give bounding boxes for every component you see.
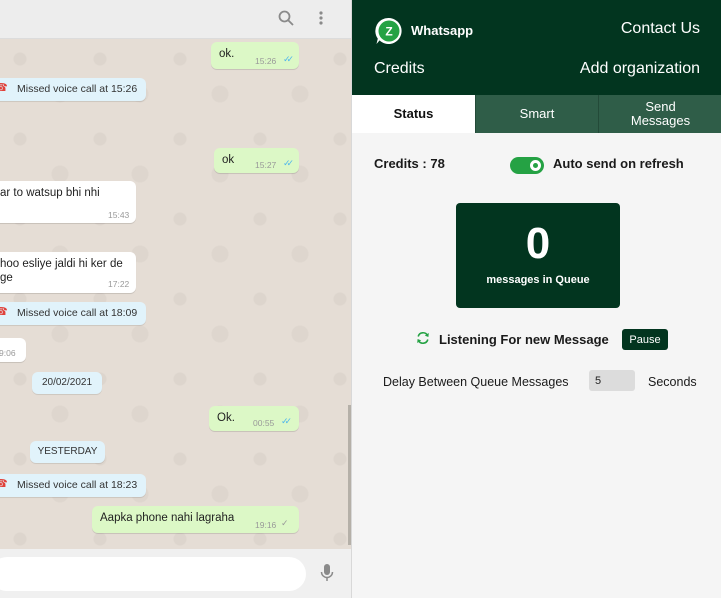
composer-bar xyxy=(0,549,351,598)
message-input[interactable] xyxy=(0,557,306,591)
message-time: 15:27 xyxy=(255,160,277,170)
missed-call-icon: ☎ xyxy=(0,306,8,318)
microphone-icon[interactable] xyxy=(320,563,334,583)
message-bubble[interactable]: hoo esliye jaldi hi ker de ge 17:22 xyxy=(0,252,136,293)
auto-send-toggle[interactable] xyxy=(510,157,544,174)
notice-text: Missed voice call at 18:09 xyxy=(17,307,138,319)
message-bubble[interactable]: 9:06 xyxy=(0,338,26,362)
message-text-line2: ge xyxy=(0,272,13,284)
add-organization-link[interactable]: Add organization xyxy=(580,60,700,78)
message-bubble[interactable]: ok 15:27 ✓✓ xyxy=(214,148,299,173)
auto-send-label: Auto send on refresh xyxy=(553,156,684,171)
refresh-icon xyxy=(416,331,430,345)
message-bubble[interactable]: ar to watsup bhi nhi 15:43 xyxy=(0,181,136,223)
message-time: 15:43 xyxy=(108,210,130,220)
missed-call-icon: ☎ xyxy=(0,478,8,490)
message-text: ok. xyxy=(219,48,235,60)
tab-status[interactable]: Status xyxy=(352,95,475,133)
tab-bar: Status Smart Send Messages xyxy=(352,95,721,133)
date-separator: YESTERDAY xyxy=(30,441,105,463)
credits-link[interactable]: Credits xyxy=(374,60,425,78)
tab-smart[interactable]: Smart xyxy=(475,95,598,133)
read-ticks-icon: ✓✓ xyxy=(283,54,294,64)
extension-panel: Z Whatsapp Contact Us Credits Add organi… xyxy=(351,0,721,598)
message-bubble[interactable]: Ok. 00:55 ✓✓ xyxy=(209,406,299,431)
message-text: Ok. xyxy=(217,412,235,424)
contact-us-link[interactable]: Contact Us xyxy=(621,20,700,38)
notice-text: Missed voice call at 18:23 xyxy=(17,479,138,491)
chat-header xyxy=(0,0,351,39)
missed-call-notice: ☎ Missed voice call at 18:23 xyxy=(0,474,146,497)
search-icon[interactable] xyxy=(278,10,294,30)
message-time: 00:55 xyxy=(253,418,275,428)
message-bubble[interactable]: Aapka phone nahi lagraha 19:16 ✓ xyxy=(92,506,299,533)
delay-seconds-input[interactable] xyxy=(589,370,635,391)
message-text: Aapka phone nahi lagraha xyxy=(100,512,235,524)
message-bubble[interactable]: ok. 15:26 ✓✓ xyxy=(211,42,299,69)
queue-counter-card: 0 messages in Queue xyxy=(456,203,620,308)
panel-header: Z Whatsapp Contact Us Credits Add organi… xyxy=(352,0,721,95)
credits-count: Credits : 78 xyxy=(374,156,445,171)
tab-send-messages[interactable]: Send Messages xyxy=(598,95,721,133)
menu-dots-icon[interactable] xyxy=(318,10,324,30)
message-time: 15:26 xyxy=(255,56,277,66)
read-ticks-icon: ✓✓ xyxy=(281,416,292,426)
whatsapp-logo-icon: Z xyxy=(374,16,404,46)
pause-button[interactable]: Pause xyxy=(622,329,668,350)
chat-background xyxy=(0,39,351,549)
missed-call-notice: ☎ Missed voice call at 15:26 xyxy=(0,78,146,101)
logo-letter: Z xyxy=(385,25,392,39)
message-time: 17:22 xyxy=(108,279,130,289)
date-separator: 20/02/2021 xyxy=(32,372,102,394)
brand-name: Whatsapp xyxy=(411,23,474,38)
listening-status: Listening For new Message xyxy=(439,332,609,347)
notice-text: Missed voice call at 15:26 xyxy=(17,83,138,95)
seconds-label: Seconds xyxy=(648,375,697,389)
read-ticks-icon: ✓✓ xyxy=(283,158,294,168)
toggle-knob-dot xyxy=(533,163,538,168)
delay-label: Delay Between Queue Messages xyxy=(383,375,569,389)
message-text: ar to watsup bhi nhi xyxy=(0,187,100,199)
sent-tick-icon: ✓ xyxy=(281,518,289,528)
queue-label: messages in Queue xyxy=(486,274,590,286)
message-text: hoo esliye jaldi hi ker de xyxy=(0,258,123,270)
missed-call-notice: ☎ Missed voice call at 18:09 xyxy=(0,302,146,325)
chat-pane: ok. 15:26 ✓✓ ☎ Missed voice call at 15:2… xyxy=(0,0,351,598)
message-time: 19:16 xyxy=(255,520,277,530)
message-time: 9:06 xyxy=(0,348,16,358)
queue-count: 0 xyxy=(525,219,551,268)
missed-call-icon: ☎ xyxy=(0,82,8,94)
message-text: ok xyxy=(222,154,235,166)
